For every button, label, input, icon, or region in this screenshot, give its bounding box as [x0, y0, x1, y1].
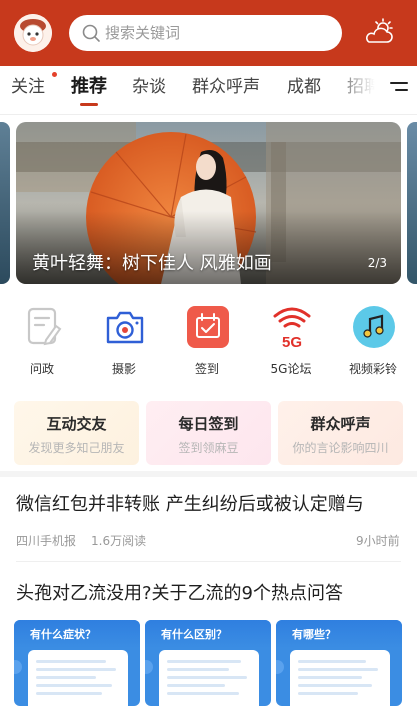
5g-signal-icon: 5G — [273, 307, 311, 350]
news-title[interactable]: 头孢对乙流没用?关于乙流的9个热点问答 — [16, 582, 343, 606]
quick-link-label: 视频彩铃 — [348, 362, 397, 376]
feature-card-title: 互动交友 — [46, 415, 107, 433]
feature-card-subtitle: 发现更多知己朋友 — [28, 441, 125, 455]
tabs-fade-overlay — [330, 66, 386, 110]
document-pen-icon — [27, 307, 62, 346]
channel-menu-icon[interactable] — [390, 80, 408, 94]
carousel-prev-peek[interactable] — [0, 122, 10, 284]
svg-text:5G: 5G — [282, 334, 302, 350]
banner-carousel[interactable]: 黄叶轻舞：树下佳人 风雅如画 2/3 — [16, 122, 401, 284]
quick-link-label: 摄影 — [111, 362, 136, 376]
top-header: 搜索关键词 — [0, 0, 417, 66]
feature-card-title: 群众呼声 — [310, 415, 371, 433]
news-thumbnail[interactable]: 有哪些？ — [276, 620, 402, 706]
news-thumbnail[interactable]: 有什么症状？ — [14, 620, 140, 706]
news-thumbnail[interactable]: 有什么区别？ — [145, 620, 271, 706]
active-tab-indicator — [80, 103, 98, 106]
calendar-check-icon — [187, 306, 229, 348]
quick-link-checkin[interactable]: 签到 — [171, 304, 243, 384]
feature-card-subtitle: 签到领麻豆 — [178, 441, 239, 455]
tabs-divider — [0, 114, 417, 115]
avatar[interactable] — [14, 14, 52, 52]
tab-public-voice[interactable]: 群众呼声 — [192, 76, 260, 98]
news-source: 四川手机报 — [16, 534, 77, 548]
feature-card-interactive-friends[interactable]: 互动交友 发现更多知己朋友 — [14, 401, 139, 465]
feature-card-title: 每日签到 — [178, 415, 239, 433]
thumbnail-heading: 有什么区别？ — [161, 628, 227, 641]
news-separator — [16, 561, 401, 562]
tab-recommend[interactable]: 推荐 — [71, 76, 107, 98]
section-divider — [0, 471, 417, 477]
quick-link-5g-forum[interactable]: 5G 5G论坛 — [255, 304, 327, 384]
notification-dot — [52, 72, 57, 77]
tab-chengdu[interactable]: 成都 — [287, 76, 321, 98]
news-reads: 1.6万阅读 — [91, 534, 147, 548]
quick-link-wenzheng[interactable]: 问政 — [6, 304, 78, 384]
carousel-next-peek[interactable] — [407, 122, 417, 284]
thumbnail-heading: 有哪些？ — [292, 628, 336, 641]
search-bar[interactable]: 搜索关键词 — [69, 15, 342, 51]
quick-link-photography[interactable]: 摄影 — [88, 304, 160, 384]
bullet-dot — [276, 660, 284, 674]
quick-link-video-ringtone[interactable]: 视频彩铃 — [337, 304, 409, 384]
bullet-dot — [145, 660, 153, 674]
bullet-dot — [14, 660, 22, 674]
banner-title: 黄叶轻舞：树下佳人 风雅如画 — [32, 253, 272, 274]
camera-icon — [106, 311, 144, 344]
feature-card-daily-checkin[interactable]: 每日签到 签到领麻豆 — [146, 401, 271, 465]
banner-page-indicator: 2/3 — [367, 256, 387, 270]
thumbnail-heading: 有什么症状？ — [30, 628, 96, 641]
search-icon — [82, 24, 100, 42]
weather-cloud-sun-icon[interactable] — [363, 18, 395, 48]
music-note-icon — [353, 306, 395, 348]
quick-link-label: 问政 — [29, 362, 54, 376]
news-title[interactable]: 微信红包并非转账 产生纠纷后或被认定赠与 — [16, 493, 364, 517]
tab-follow[interactable]: 关注 — [11, 76, 45, 98]
tab-chat[interactable]: 杂谈 — [132, 76, 166, 98]
feature-card-public-voice[interactable]: 群众呼声 你的言论影响四川 — [278, 401, 403, 465]
search-placeholder: 搜索关键词 — [105, 24, 181, 42]
quick-link-label: 5G论坛 — [270, 362, 312, 376]
quick-link-label: 签到 — [194, 362, 219, 376]
news-time: 9小时前 — [356, 534, 400, 548]
feature-card-subtitle: 你的言论影响四川 — [292, 441, 389, 455]
